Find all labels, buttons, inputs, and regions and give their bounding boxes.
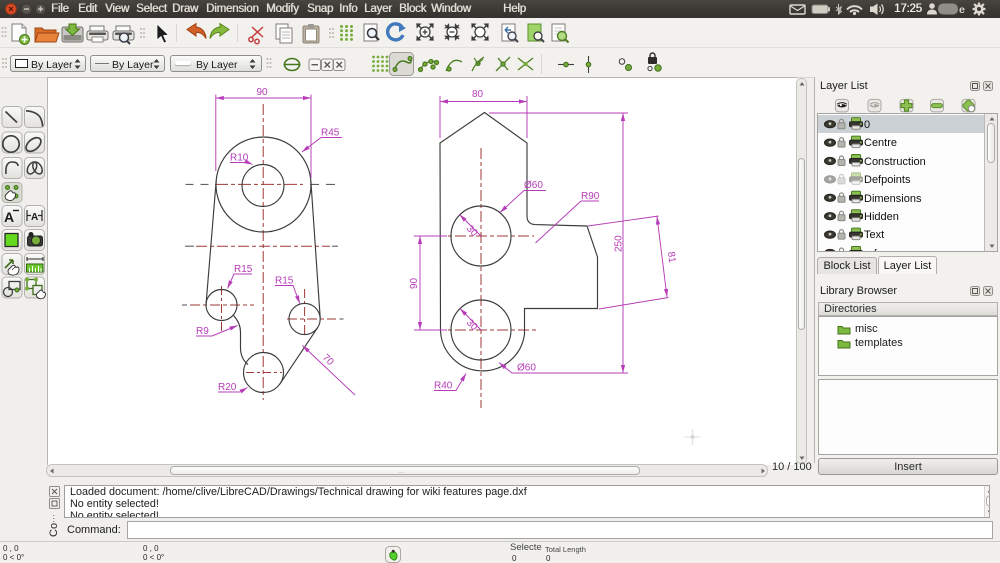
svg-text:90: 90 [409,277,420,289]
svg-text:Ø60: Ø60 [517,363,536,374]
svg-text:90: 90 [257,87,269,98]
svg-text:R90: R90 [581,191,600,202]
svg-text:250: 250 [614,235,625,252]
svg-text:81: 81 [665,251,677,264]
svg-text:R20: R20 [218,382,237,393]
svg-text:R15: R15 [234,264,253,275]
svg-text:30: 30 [464,223,480,239]
svg-text:Ø60: Ø60 [524,180,543,191]
svg-text:A: A [31,212,38,223]
svg-text:e: e [959,5,965,16]
svg-text:30: 30 [464,317,480,333]
svg-text:80: 80 [472,89,484,100]
svg-text:A: A [4,209,14,225]
svg-text:R10: R10 [230,153,249,164]
svg-text:R40: R40 [434,381,453,392]
svg-text:R9: R9 [196,326,209,337]
svg-text:70: 70 [320,352,336,368]
svg-text:R15: R15 [275,276,294,287]
svg-text:R45: R45 [321,128,340,139]
